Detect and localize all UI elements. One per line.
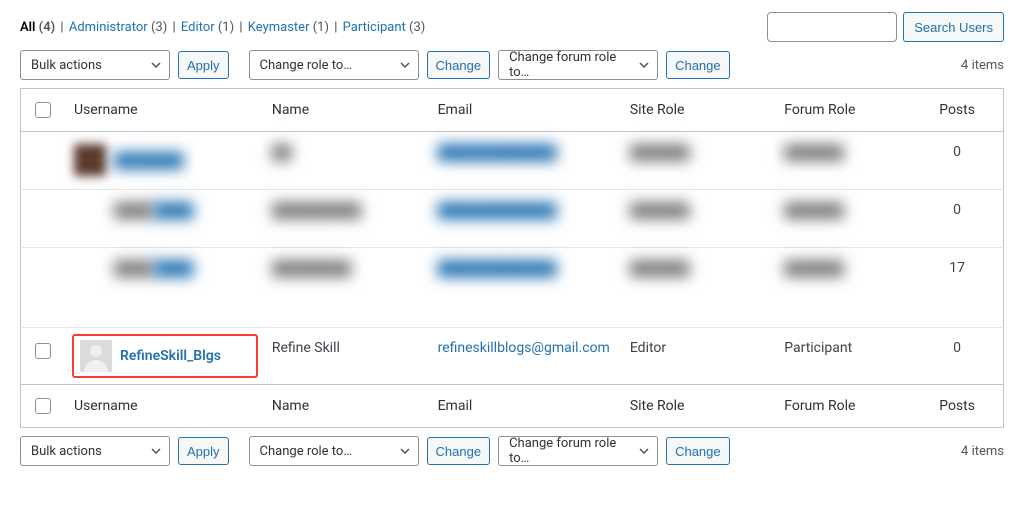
select-all-checkbox-top[interactable]: [35, 102, 51, 118]
chevron-down-icon: [400, 448, 410, 454]
change-forum-role-button-bottom[interactable]: Change: [666, 437, 730, 465]
items-count-bottom: 4 items: [961, 444, 1004, 459]
users-table: Username Name Email Site Role Forum Role…: [20, 88, 1004, 428]
role-filter-links: All (4) | Administrator (3) | Editor (1)…: [20, 20, 425, 35]
bulk-actions-select-bottom[interactable]: Bulk actions: [20, 436, 170, 466]
user-email[interactable]: refineskillblogs@gmail.com: [438, 340, 610, 356]
posts-count: 0: [929, 132, 1003, 190]
search-users-button[interactable]: Search Users: [903, 12, 1004, 42]
filter-participant[interactable]: Participant (3): [343, 20, 426, 35]
change-forum-role-select-bottom[interactable]: Change forum role to…: [498, 436, 658, 466]
chevron-down-icon: [151, 62, 161, 68]
change-role-button-top[interactable]: Change: [427, 51, 491, 79]
avatar: [80, 340, 112, 372]
column-email[interactable]: Email: [428, 385, 620, 428]
username-link: ███████: [114, 152, 183, 169]
filter-administrator[interactable]: Administrator (3): [69, 20, 171, 35]
column-forum-role: Forum Role: [774, 89, 929, 132]
filter-keymaster[interactable]: Keymaster (1): [248, 20, 332, 35]
column-posts: Posts: [929, 385, 1003, 428]
change-role-select-top[interactable]: Change role to…: [249, 50, 419, 80]
search-users-input[interactable]: [767, 12, 897, 42]
column-username[interactable]: Username: [64, 89, 262, 132]
tablenav-bottom: Bulk actions Apply Change role to… Chang…: [20, 436, 1004, 466]
table-row: RefineSkill_Blgs Refine Skill refineskil…: [21, 328, 1004, 385]
chevron-down-icon: [151, 448, 161, 454]
select-all-checkbox-bottom[interactable]: [35, 398, 51, 414]
posts-count: 0: [929, 190, 1003, 248]
tablenav-top: Bulk actions Apply Change role to… Chang…: [20, 50, 1004, 80]
column-forum-role: Forum Role: [774, 385, 929, 428]
chevron-down-icon: [639, 448, 649, 454]
column-username[interactable]: Username: [64, 385, 262, 428]
posts-count[interactable]: 17: [929, 248, 1003, 328]
user-forum-role: Participant: [774, 328, 929, 385]
posts-count: 0: [929, 328, 1003, 385]
table-row: ███████ ██ ████████████ ██████ ██████ 0: [21, 132, 1004, 190]
filter-editor[interactable]: Editor (1): [181, 20, 237, 35]
bulk-actions-select-top[interactable]: Bulk actions: [20, 50, 170, 80]
chevron-down-icon: [400, 62, 410, 68]
apply-button-bottom[interactable]: Apply: [178, 437, 229, 465]
chevron-down-icon: [639, 62, 649, 68]
change-forum-role-select-top[interactable]: Change forum role to…: [498, 50, 658, 80]
username-link[interactable]: RefineSkill_Blgs: [120, 348, 221, 364]
avatar: [74, 144, 106, 176]
change-role-select-bottom[interactable]: Change role to…: [249, 436, 419, 466]
column-site-role: Site Role: [620, 385, 774, 428]
column-site-role: Site Role: [620, 89, 774, 132]
row-checkbox[interactable]: [35, 343, 51, 359]
user-site-role: Editor: [620, 328, 774, 385]
user-name: Refine Skill: [262, 328, 428, 385]
column-name: Name: [262, 89, 428, 132]
apply-button-top[interactable]: Apply: [178, 51, 229, 79]
column-name: Name: [262, 385, 428, 428]
change-forum-role-button-top[interactable]: Change: [666, 51, 730, 79]
column-email[interactable]: Email: [428, 89, 620, 132]
filter-all[interactable]: All (4): [20, 20, 58, 35]
table-row: ████ ████ █████████ ████████████ ██████ …: [21, 190, 1004, 248]
items-count-top: 4 items: [961, 58, 1004, 73]
column-posts: Posts: [929, 89, 1003, 132]
change-role-button-bottom[interactable]: Change: [427, 437, 491, 465]
table-row: ████ ████ ████████ ████████████ ██████ █…: [21, 248, 1004, 328]
